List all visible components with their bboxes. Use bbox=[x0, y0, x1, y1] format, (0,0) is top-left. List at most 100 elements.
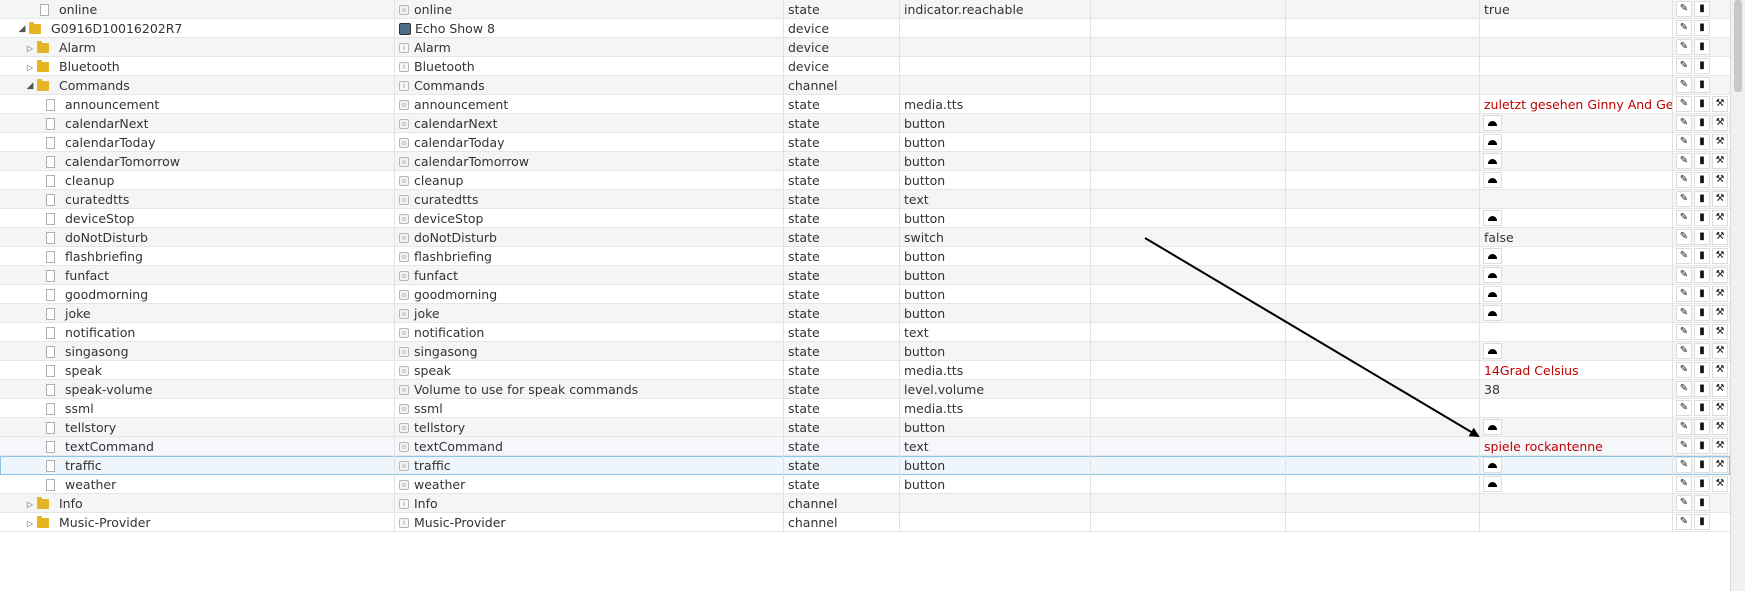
button-trigger-icon[interactable] bbox=[1483, 248, 1502, 264]
edit-button[interactable]: ✎ bbox=[1676, 39, 1692, 55]
delete-button[interactable]: ▮ bbox=[1694, 514, 1710, 530]
settings-button[interactable]: ⚒ bbox=[1712, 324, 1728, 340]
edit-button[interactable]: ✎ bbox=[1676, 324, 1692, 340]
name-cell[interactable]: flashbriefing bbox=[0, 247, 395, 266]
value-cell[interactable]: zuletzt gesehen Ginny And Georgia die bbox=[1480, 95, 1673, 114]
edit-button[interactable]: ✎ bbox=[1676, 248, 1692, 264]
table-row[interactable]: singasong singasong state button ✎ ▮ ⚒ bbox=[0, 342, 1730, 361]
table-row[interactable]: traffic traffic state button ✎ ▮ ⚒ bbox=[0, 456, 1730, 475]
table-row[interactable]: ▷ Alarm i Alarm device ✎ ▮ bbox=[0, 38, 1730, 57]
edit-button[interactable]: ✎ bbox=[1676, 20, 1692, 36]
name-cell[interactable]: ▷ Bluetooth bbox=[0, 57, 395, 76]
table-row[interactable]: textCommand textCommand state text spiele ro… bbox=[0, 437, 1730, 456]
edit-button[interactable]: ✎ bbox=[1676, 400, 1692, 416]
delete-button[interactable]: ▮ bbox=[1694, 305, 1710, 321]
edit-button[interactable]: ✎ bbox=[1676, 286, 1692, 302]
value-cell[interactable] bbox=[1480, 247, 1673, 266]
name-cell[interactable]: speak-volume bbox=[0, 380, 395, 399]
collapse-toggle-icon[interactable]: ◢ bbox=[26, 77, 34, 95]
vertical-scrollbar[interactable] bbox=[1730, 0, 1745, 591]
delete-button[interactable]: ▮ bbox=[1694, 77, 1710, 93]
delete-button[interactable]: ▮ bbox=[1694, 20, 1710, 36]
delete-button[interactable]: ▮ bbox=[1694, 362, 1710, 378]
edit-button[interactable]: ✎ bbox=[1676, 153, 1692, 169]
table-row[interactable]: online online state indicator.reachable true… bbox=[0, 0, 1730, 19]
table-row[interactable]: calendarToday calendarToday state button ✎ ▮ ⚒ bbox=[0, 133, 1730, 152]
name-cell[interactable]: ▷ Info bbox=[0, 494, 395, 513]
delete-button[interactable]: ▮ bbox=[1694, 172, 1710, 188]
name-cell[interactable]: funfact bbox=[0, 266, 395, 285]
delete-button[interactable]: ▮ bbox=[1694, 248, 1710, 264]
name-cell[interactable]: announcement bbox=[0, 95, 395, 114]
name-cell[interactable]: tellstory bbox=[0, 418, 395, 437]
edit-button[interactable]: ✎ bbox=[1676, 210, 1692, 226]
settings-button[interactable]: ⚒ bbox=[1712, 400, 1728, 416]
delete-button[interactable]: ▮ bbox=[1694, 267, 1710, 283]
edit-button[interactable]: ✎ bbox=[1676, 58, 1692, 74]
table-row[interactable]: speak-volume Volume to use for speak comm… bbox=[0, 380, 1730, 399]
value-cell[interactable] bbox=[1480, 209, 1673, 228]
delete-button[interactable]: ▮ bbox=[1694, 343, 1710, 359]
table-row[interactable]: ◢ G0916D10016202R7 Echo Show 8 device ✎ ▮ bbox=[0, 19, 1730, 38]
delete-button[interactable]: ▮ bbox=[1694, 381, 1710, 397]
delete-button[interactable]: ▮ bbox=[1694, 210, 1710, 226]
value-cell[interactable] bbox=[1480, 342, 1673, 361]
settings-button[interactable]: ⚒ bbox=[1712, 362, 1728, 378]
delete-button[interactable]: ▮ bbox=[1694, 96, 1710, 112]
settings-button[interactable]: ⚒ bbox=[1712, 210, 1728, 226]
value-cell[interactable]: false bbox=[1480, 228, 1673, 247]
edit-button[interactable]: ✎ bbox=[1676, 343, 1692, 359]
value-cell[interactable] bbox=[1480, 304, 1673, 323]
settings-button[interactable]: ⚒ bbox=[1712, 286, 1728, 302]
name-cell[interactable]: textCommand bbox=[0, 437, 395, 456]
settings-button[interactable]: ⚒ bbox=[1712, 96, 1728, 112]
table-row[interactable]: ▷ Music-Provider i Music-Provider channel ✎ ▮ bbox=[0, 513, 1730, 532]
table-row[interactable]: goodmorning goodmorning state button ✎ ▮ ⚒ bbox=[0, 285, 1730, 304]
name-cell[interactable]: goodmorning bbox=[0, 285, 395, 304]
state-value[interactable]: false bbox=[1480, 228, 1514, 247]
value-cell[interactable] bbox=[1480, 475, 1673, 494]
settings-button[interactable]: ⚒ bbox=[1712, 457, 1728, 473]
name-cell[interactable]: doNotDisturb bbox=[0, 228, 395, 247]
button-trigger-icon[interactable] bbox=[1483, 343, 1502, 359]
settings-button[interactable]: ⚒ bbox=[1712, 267, 1728, 283]
value-cell[interactable] bbox=[1480, 323, 1673, 342]
delete-button[interactable]: ▮ bbox=[1694, 400, 1710, 416]
button-trigger-icon[interactable] bbox=[1483, 210, 1502, 226]
button-trigger-icon[interactable] bbox=[1483, 115, 1502, 131]
table-row[interactable]: curatedtts curatedtts state text ✎ ▮ ⚒ bbox=[0, 190, 1730, 209]
value-cell[interactable] bbox=[1480, 513, 1673, 532]
delete-button[interactable]: ▮ bbox=[1694, 1, 1710, 17]
delete-button[interactable]: ▮ bbox=[1694, 419, 1710, 435]
table-row[interactable]: notification notification state text ✎ ▮ ⚒ bbox=[0, 323, 1730, 342]
table-row[interactable]: flashbriefing flashbriefing state button ✎ ▮ ⚒ bbox=[0, 247, 1730, 266]
name-cell[interactable]: speak bbox=[0, 361, 395, 380]
collapse-toggle-icon[interactable]: ◢ bbox=[18, 20, 26, 38]
table-row[interactable]: speak speak state media.tts 14Grad Celsius ✎ ▮… bbox=[0, 361, 1730, 380]
table-row[interactable]: doNotDisturb doNotDisturb state switch false… bbox=[0, 228, 1730, 247]
table-row[interactable]: announcement announcement state media.tts zu… bbox=[0, 95, 1730, 114]
expand-toggle-icon[interactable]: ▷ bbox=[26, 514, 34, 532]
button-trigger-icon[interactable] bbox=[1483, 476, 1502, 492]
table-row[interactable]: ▷ Bluetooth i Bluetooth device ✎ ▮ bbox=[0, 57, 1730, 76]
button-trigger-icon[interactable] bbox=[1483, 134, 1502, 150]
state-value[interactable]: true bbox=[1480, 0, 1510, 19]
value-cell[interactable] bbox=[1480, 152, 1673, 171]
delete-button[interactable]: ▮ bbox=[1694, 153, 1710, 169]
delete-button[interactable]: ▮ bbox=[1694, 476, 1710, 492]
edit-button[interactable]: ✎ bbox=[1676, 77, 1692, 93]
table-row[interactable]: calendarNext calendarNext state button ✎ ▮ ⚒ bbox=[0, 114, 1730, 133]
edit-button[interactable]: ✎ bbox=[1676, 115, 1692, 131]
name-cell[interactable]: calendarTomorrow bbox=[0, 152, 395, 171]
delete-button[interactable]: ▮ bbox=[1694, 39, 1710, 55]
table-row[interactable]: cleanup cleanup state button ✎ ▮ ⚒ bbox=[0, 171, 1730, 190]
settings-button[interactable]: ⚒ bbox=[1712, 248, 1728, 264]
name-cell[interactable]: online bbox=[0, 0, 395, 19]
state-value[interactable]: zuletzt gesehen Ginny And Georgia die bbox=[1480, 95, 1672, 114]
name-cell[interactable]: calendarToday bbox=[0, 133, 395, 152]
name-cell[interactable]: curatedtts bbox=[0, 190, 395, 209]
name-cell[interactable]: cleanup bbox=[0, 171, 395, 190]
table-row[interactable]: funfact funfact state button ✎ ▮ ⚒ bbox=[0, 266, 1730, 285]
value-cell[interactable] bbox=[1480, 38, 1673, 57]
table-row[interactable]: deviceStop deviceStop state button ✎ ▮ ⚒ bbox=[0, 209, 1730, 228]
